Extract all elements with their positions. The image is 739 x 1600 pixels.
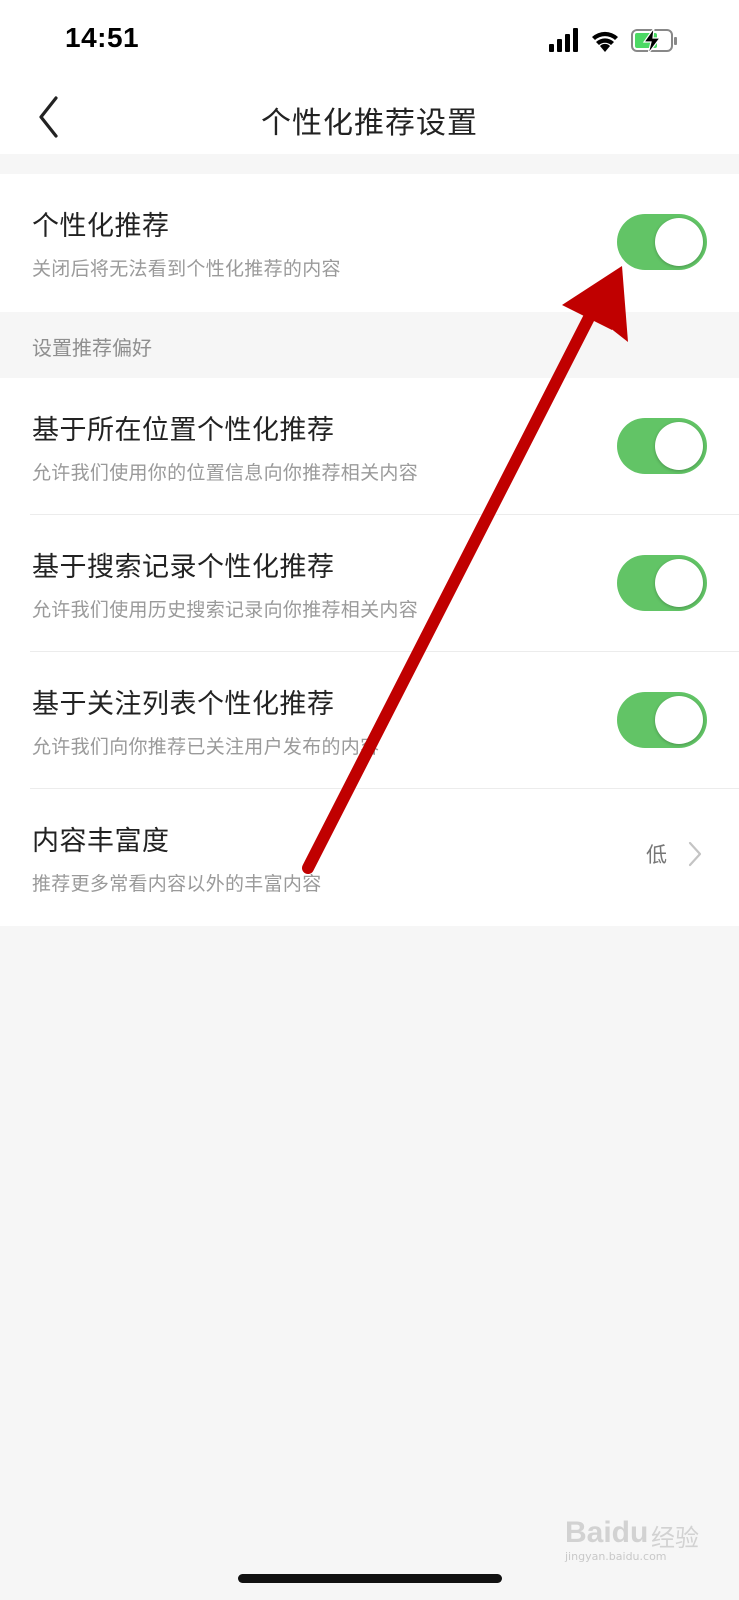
search-history-recommendation-toggle[interactable] <box>617 555 707 611</box>
row-title: 基于搜索记录个性化推荐 <box>32 552 335 583</box>
preferences-group: 基于所在位置个性化推荐 允许我们使用你的位置信息向你推荐相关内容 基于搜索记录个… <box>0 378 739 926</box>
status-bar: 14:51 <box>0 0 739 80</box>
signal-icon <box>549 28 578 52</box>
nav-bar: 个性化推荐设置 <box>0 80 739 154</box>
section-header-label: 设置推荐偏好 <box>32 336 152 360</box>
row-subtitle: 关闭后将无法看到个性化推荐的内容 <box>32 258 341 280</box>
main-toggle-row[interactable]: 个性化推荐 关闭后将无法看到个性化推荐的内容 <box>0 174 739 312</box>
location-recommendation-toggle[interactable] <box>617 418 707 474</box>
baidu-watermark: Baidu 经验 jingyan.baidu.com <box>565 1500 705 1563</box>
top-gap <box>0 154 739 174</box>
status-time: 14:51 <box>65 22 140 53</box>
chevron-right-icon <box>688 841 702 867</box>
main-toggle-group: 个性化推荐 关闭后将无法看到个性化推荐的内容 <box>0 174 739 312</box>
row-title: 基于所在位置个性化推荐 <box>32 415 335 446</box>
row-title: 个性化推荐 <box>32 211 170 242</box>
status-icons <box>549 25 689 55</box>
content-richness-row[interactable]: 内容丰富度 推荐更多常看内容以外的丰富内容 低 <box>0 789 739 926</box>
section-header: 设置推荐偏好 <box>0 312 739 378</box>
row-title: 基于关注列表个性化推荐 <box>32 689 335 720</box>
following-list-recommendation-toggle[interactable] <box>617 692 707 748</box>
toggle-knob <box>655 696 703 744</box>
watermark-brand: Baidu <box>565 1516 649 1549</box>
home-indicator <box>238 1574 502 1583</box>
row-subtitle: 允许我们使用你的位置信息向你推荐相关内容 <box>32 462 419 484</box>
battery-charging-icon <box>631 25 677 55</box>
watermark-brand-cn: 经验 <box>651 1524 699 1552</box>
wifi-icon <box>592 31 618 52</box>
row-title: 内容丰富度 <box>32 826 170 857</box>
personalized-recommendation-toggle[interactable] <box>617 214 707 270</box>
row-subtitle: 推荐更多常看内容以外的丰富内容 <box>32 873 322 895</box>
toggle-knob <box>655 218 703 266</box>
watermark-url: jingyan.baidu.com <box>565 1550 667 1563</box>
list-item[interactable]: 基于所在位置个性化推荐 允许我们使用你的位置信息向你推荐相关内容 <box>0 378 739 515</box>
row-subtitle: 允许我们向你推荐已关注用户发布的内容 <box>32 736 380 758</box>
list-item[interactable]: 基于搜索记录个性化推荐 允许我们使用历史搜索记录向你推荐相关内容 <box>0 515 739 652</box>
row-subtitle: 允许我们使用历史搜索记录向你推荐相关内容 <box>32 599 419 621</box>
toggle-knob <box>655 422 703 470</box>
richness-value: 低 <box>646 843 667 867</box>
list-item[interactable]: 基于关注列表个性化推荐 允许我们向你推荐已关注用户发布的内容 <box>0 652 739 789</box>
page-title: 个性化推荐设置 <box>261 106 478 141</box>
toggle-knob <box>655 559 703 607</box>
